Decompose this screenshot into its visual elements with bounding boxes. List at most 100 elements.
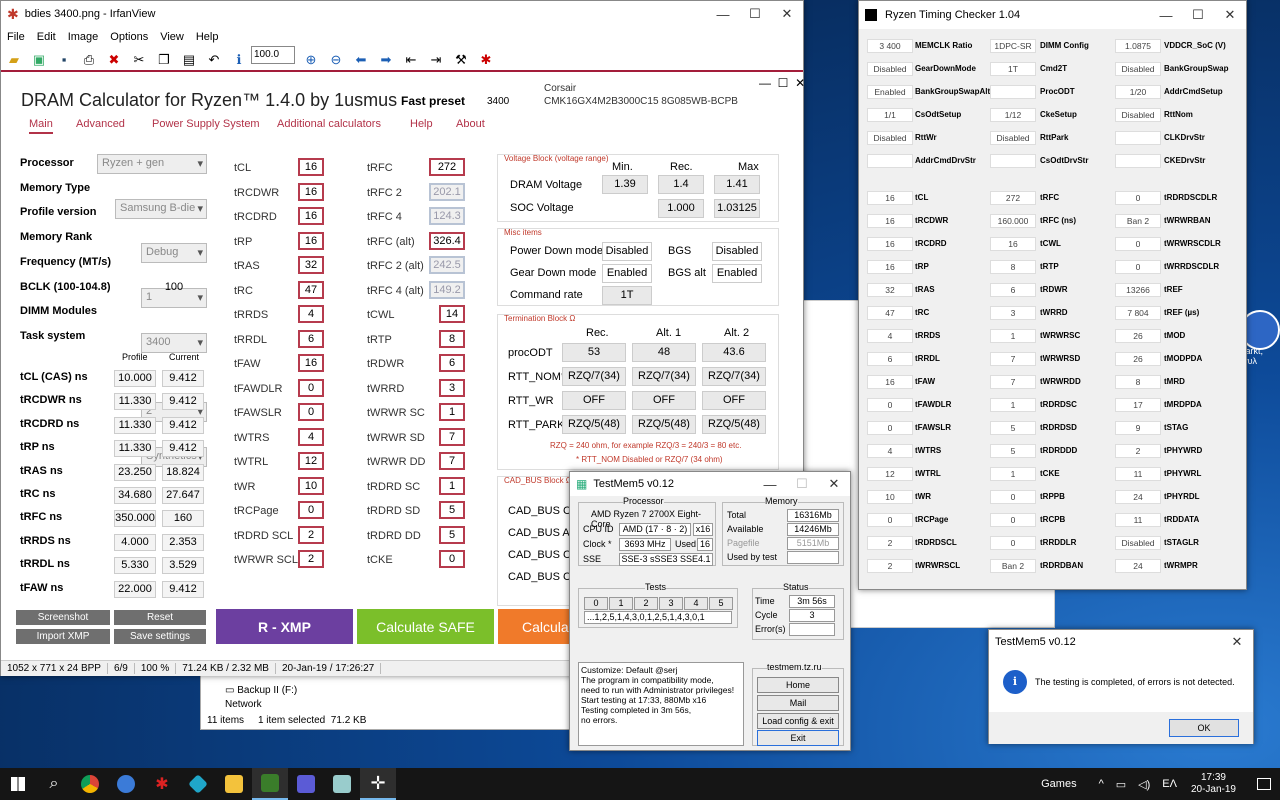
rtc-value: 0 [1115, 191, 1161, 205]
mail-button[interactable]: Mail [757, 695, 839, 711]
games-label[interactable]: Games [1041, 778, 1076, 790]
command-rate-value: 1T [602, 286, 652, 305]
menu-help[interactable]: Help [196, 31, 219, 43]
network-item[interactable]: Network [225, 699, 262, 707]
explorer-icon[interactable] [216, 768, 252, 800]
undo-icon[interactable]: ↶ [203, 49, 225, 71]
timing-value: 8 [439, 329, 465, 348]
settings-icon[interactable]: ⚒ [450, 49, 472, 71]
status-group-label: Status [783, 582, 809, 592]
menu-file[interactable]: File [7, 31, 25, 43]
close-icon[interactable]: ✕ [771, 6, 803, 22]
copy-icon[interactable]: ❐ [153, 49, 175, 71]
rtc-close-icon[interactable]: ✕ [1214, 7, 1246, 23]
save-icon[interactable]: ▪ [53, 49, 75, 71]
irfan-cat-icon[interactable]: ✱ [475, 49, 497, 71]
ns-profile: 11.330 [114, 440, 156, 458]
notepad-icon[interactable] [324, 768, 360, 800]
last-icon[interactable]: ⇥ [425, 49, 447, 71]
dram-maximize-icon: ☐ [777, 76, 789, 90]
cpuid-label: CPU ID [583, 524, 614, 534]
log-output[interactable]: Customize: Default @serj The program in … [578, 662, 744, 746]
exit-button[interactable]: Exit [757, 730, 839, 746]
dram-close-icon: ✕ [795, 76, 806, 90]
minimize-icon[interactable]: — [707, 7, 739, 22]
rtc-minimize-icon[interactable]: — [1150, 8, 1182, 23]
timing-value: 16 [298, 354, 324, 372]
misc-block-title: Misc items [504, 228, 542, 237]
rtc-value [1115, 131, 1161, 145]
rtc-value: 16 [990, 237, 1036, 251]
processor-group-label: Processor [623, 496, 664, 506]
test-cells: 012345 [584, 597, 733, 610]
home-button[interactable]: Home [757, 677, 839, 693]
rtc-label: tFAWDLR [915, 400, 952, 409]
paste-icon[interactable]: ▤ [178, 49, 200, 71]
notification-icon[interactable] [1248, 768, 1280, 800]
maximize-icon[interactable]: ☐ [739, 6, 771, 22]
timing-label: tWRWR SC [367, 407, 425, 419]
rtc-value: 5 [990, 444, 1036, 458]
previous-icon[interactable]: ⬅ [350, 49, 372, 71]
menu-image[interactable]: Image [68, 31, 99, 43]
next-icon[interactable]: ➡ [375, 49, 397, 71]
first-icon[interactable]: ⇤ [400, 49, 422, 71]
volume-icon[interactable]: ◁) [1138, 778, 1150, 791]
timing-value: 4 [298, 305, 324, 323]
testmem5-window: ▦ TestMem5 v0.12 — ☐ ✕ Processor AMD Ryz… [569, 471, 851, 751]
dram-tabs: Main Advanced Power Supply System Additiona… [1, 118, 803, 140]
zoom-input[interactable]: 100.0 [251, 46, 295, 64]
cad-block-title: CAD_BUS Block Ω [504, 476, 572, 485]
tm-close-icon[interactable]: ✕ [818, 476, 850, 492]
ok-button[interactable]: OK [1169, 719, 1239, 737]
dram-voltage-label: DRAM Voltage [510, 179, 583, 191]
timing-value: 47 [298, 280, 324, 299]
rtc-label: tWRWRSC [1040, 331, 1081, 340]
ns-current: 9.412 [162, 393, 204, 411]
testmem-taskbar-icon[interactable] [252, 768, 288, 800]
delete-icon[interactable]: ✖ [103, 49, 125, 71]
rtc-label: tWRMPR [1164, 561, 1198, 570]
info-icon[interactable]: ℹ [228, 49, 250, 71]
used-by-test-value [787, 551, 839, 564]
thumbnail-icon[interactable]: ▣ [28, 49, 50, 71]
cut-icon[interactable]: ✂ [128, 49, 150, 71]
timing-value: 124.3 [429, 207, 465, 225]
rtc-label: CkeSetup [1040, 110, 1077, 119]
chevron-up-icon[interactable]: ^ [1099, 778, 1104, 790]
open-icon[interactable]: ▰ [3, 49, 25, 71]
explorer-drive-item[interactable]: ▭ Backup II (F:) [225, 685, 297, 696]
zoom-in-icon[interactable]: ⊕ [300, 49, 322, 71]
setting-label: Task system [20, 329, 86, 342]
timing-label: tRP [234, 235, 253, 248]
clock[interactable]: 17:39 20-Jan-19 [1191, 772, 1236, 796]
timing-value: 0 [439, 550, 465, 568]
irfanview-taskbar-icon[interactable]: ✱ [144, 768, 180, 800]
search-icon[interactable]: ⌕ [36, 768, 72, 800]
chat-icon[interactable] [288, 768, 324, 800]
kodi-icon[interactable] [180, 768, 216, 800]
rtc-maximize-icon[interactable]: ☐ [1182, 7, 1214, 23]
language-indicator[interactable]: ΕΛ [1162, 778, 1177, 790]
zoom-out-icon[interactable]: ⊖ [325, 49, 347, 71]
rtc-value: 26 [1115, 352, 1161, 366]
dialog-close-icon[interactable]: ✕ [1221, 634, 1253, 650]
rtc-taskbar-icon[interactable]: ✛ [360, 768, 396, 800]
timing-value: 16 [298, 207, 324, 225]
dram-tab: Help [410, 118, 433, 130]
menu-options[interactable]: Options [110, 31, 148, 43]
network-icon[interactable]: ▭ [1116, 778, 1126, 791]
start-button[interactable] [0, 768, 36, 800]
rtc-value [1115, 154, 1161, 168]
messenger-icon[interactable] [108, 768, 144, 800]
menu-view[interactable]: View [160, 31, 184, 43]
timing-label: tRFC [367, 162, 393, 174]
timing-value: 16 [298, 231, 324, 250]
tm-minimize-icon[interactable]: — [754, 477, 786, 492]
menu-edit[interactable]: Edit [37, 31, 56, 43]
voltage-rec-header: Rec. [670, 161, 693, 173]
chrome-icon[interactable] [72, 768, 108, 800]
print-icon[interactable]: ⎙ [78, 49, 100, 71]
load-config-button[interactable]: Load config & exit [757, 713, 839, 729]
timing-label: tCWL [367, 309, 395, 321]
